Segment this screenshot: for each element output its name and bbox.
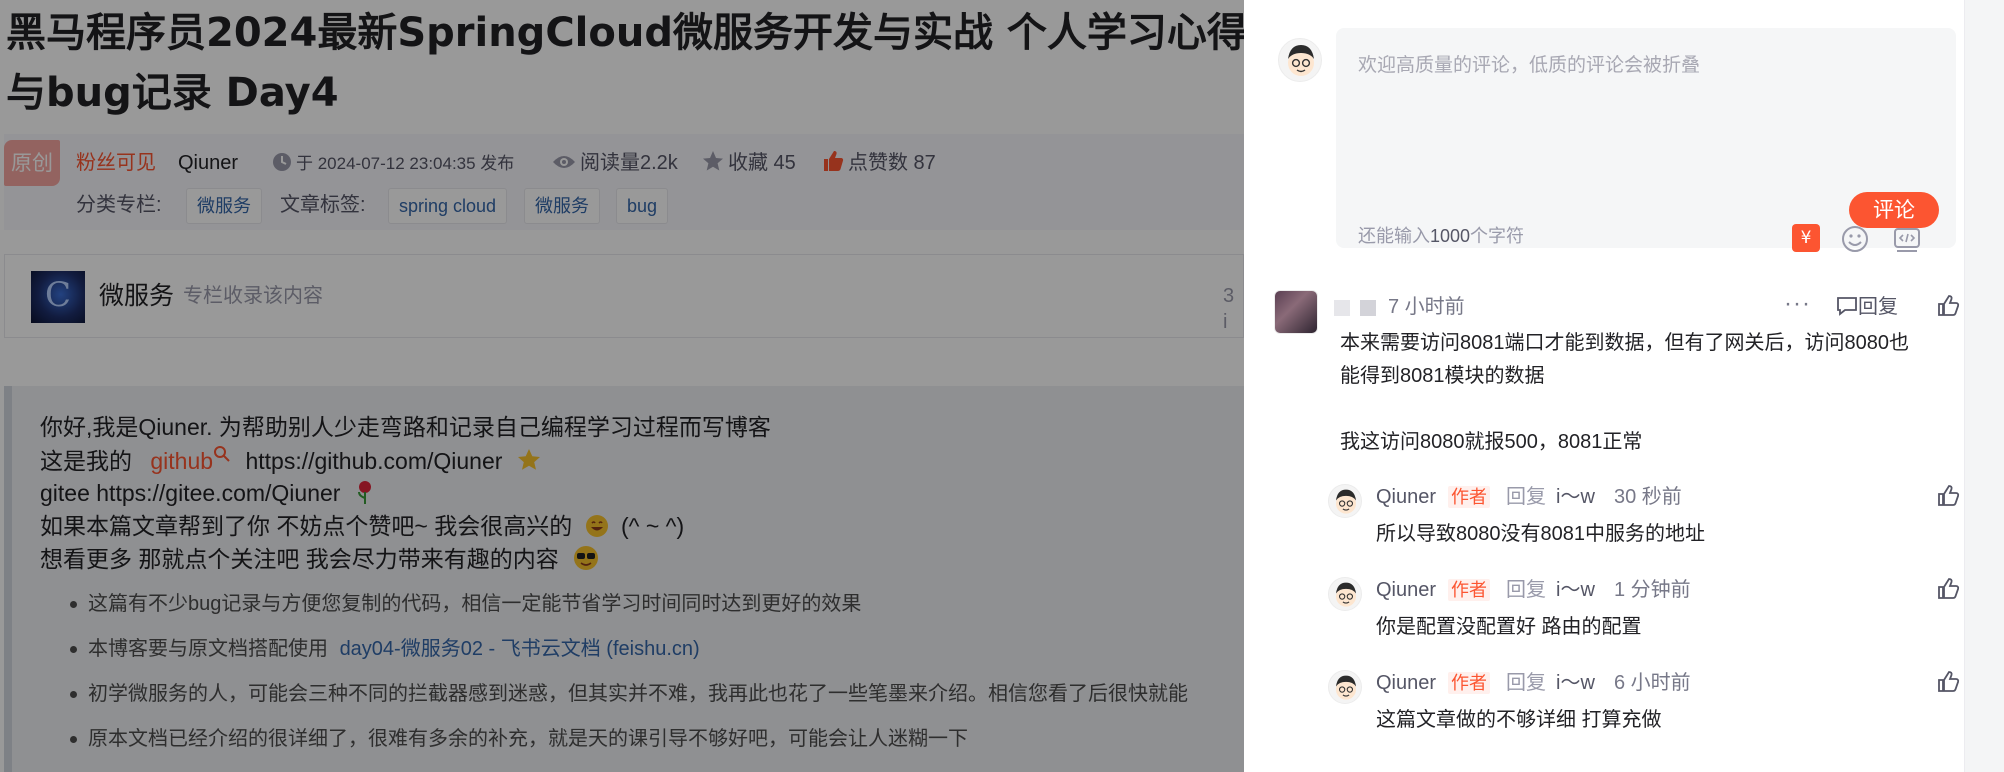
comment-text: 本来需要访问8081端口才能到数据，但有了网关后，访问8080也 能得到8081…	[1340, 327, 1960, 459]
comment-input[interactable]	[1358, 50, 1934, 170]
reply-word: 回复	[1506, 486, 1546, 508]
reply-author-name[interactable]: Qiuner	[1376, 484, 1436, 510]
like-icon[interactable]	[1936, 484, 1960, 508]
char-counter-number: 1000	[1430, 226, 1471, 246]
reply-text: 所以导致8080没有8081中服务的地址	[1376, 523, 1705, 545]
reply-text: 这篇文章做的不够详细 打算充做	[1376, 709, 1662, 731]
reply-word: 回复	[1506, 579, 1546, 601]
like-icon[interactable]	[1936, 577, 1960, 601]
reply-word: 回复	[1506, 672, 1546, 694]
reply-author-name[interactable]: Qiuner	[1376, 670, 1436, 696]
cartoon-face-icon	[1335, 489, 1357, 514]
reply-author-avatar[interactable]	[1328, 484, 1362, 518]
article-area: 黑马程序员2024最新SpringCloud微服务开发与实战 个人学习心得 与b…	[0, 0, 1244, 772]
author-tag: 作者	[1448, 579, 1490, 601]
comment-text-line: 我这访问8080就报500，8081正常	[1340, 431, 1643, 453]
reply-label: 回复	[1858, 296, 1898, 318]
comment-panel: 还能输入1000个字符 ¥ 评论 7 小时前 ··· 回复 本来需要访问8081…	[1244, 0, 1964, 772]
char-counter: 还能输入1000个字符	[1358, 224, 1524, 248]
cartoon-face-icon	[1288, 45, 1314, 76]
char-counter-prefix: 还能输入	[1358, 226, 1430, 246]
author-tag: 作者	[1448, 486, 1490, 508]
page-scrollbar[interactable]	[1964, 0, 2004, 772]
reply-text: 你是配置没配置好 路由的配置	[1376, 616, 1642, 638]
reply-author-avatar[interactable]	[1328, 670, 1362, 704]
reply-to-name[interactable]: i～w	[1556, 670, 1595, 696]
current-user-avatar[interactable]	[1278, 38, 1322, 82]
comment-text-line: 本来需要访问8081端口才能到数据，但有了网关后，访问8080也	[1340, 332, 1909, 354]
reply-button[interactable]: 回复	[1836, 294, 1898, 320]
char-counter-suffix: 个字符	[1470, 226, 1525, 246]
reply-time: 30 秒前	[1614, 486, 1682, 508]
like-icon[interactable]	[1936, 294, 1960, 318]
commenter-name-redacted[interactable]	[1334, 298, 1382, 316]
reply-author-name[interactable]: Qiuner	[1376, 577, 1436, 603]
comment-text-line: 能得到8081模块的数据	[1340, 365, 1545, 387]
reply-time: 6 小时前	[1614, 672, 1691, 694]
reply-author-avatar[interactable]	[1328, 577, 1362, 611]
reply-to-name[interactable]: i～w	[1556, 484, 1595, 510]
author-tag: 作者	[1448, 672, 1490, 694]
commenter-avatar[interactable]	[1274, 290, 1318, 334]
submit-comment-button[interactable]: 评论	[1849, 192, 1939, 228]
code-block-icon[interactable]	[1892, 224, 1922, 254]
reward-icon[interactable]: ¥	[1792, 224, 1820, 252]
reply-to-name[interactable]: i～w	[1556, 577, 1595, 603]
cartoon-face-icon	[1335, 675, 1357, 700]
cartoon-face-icon	[1335, 582, 1357, 607]
comment-icon	[1837, 297, 1857, 316]
modal-dim-overlay[interactable]	[0, 0, 1244, 772]
emoji-icon[interactable]	[1840, 224, 1870, 254]
comment-time: 7 小时前	[1388, 296, 1465, 318]
more-options-icon[interactable]: ···	[1784, 292, 1811, 316]
like-icon[interactable]	[1936, 670, 1960, 694]
reply-time: 1 分钟前	[1614, 579, 1691, 601]
